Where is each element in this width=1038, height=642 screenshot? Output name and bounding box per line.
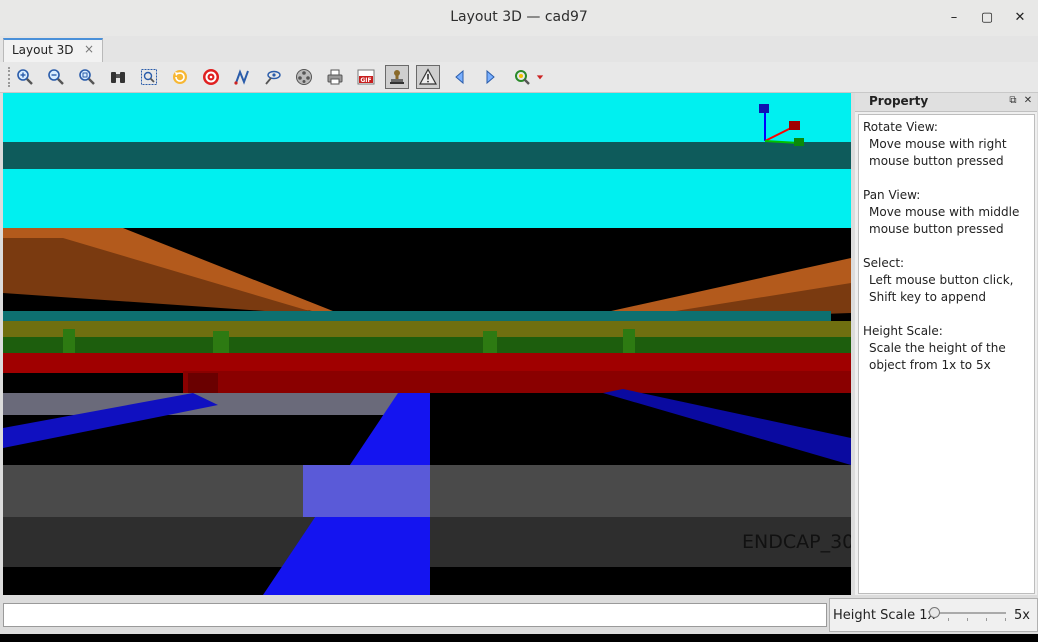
help-heading: Select: — [863, 256, 905, 270]
property-panel-header: Property ⧉ ✕ — [855, 93, 1037, 112]
height-scale-label: Height Scale 1x — [833, 608, 936, 623]
close-window-button[interactable]: ✕ — [1010, 8, 1030, 28]
zoom-area-icon[interactable] — [137, 65, 161, 89]
maximize-button[interactable]: ▢ — [977, 8, 997, 28]
help-height-scale: Height Scale: Scale the height of the ob… — [863, 323, 1030, 374]
tab-close-icon[interactable]: × — [84, 42, 94, 56]
tab-layout-3d[interactable]: Layout 3D × — [3, 38, 103, 62]
height-scale-slider-thumb[interactable] — [929, 607, 940, 618]
command-input[interactable] — [3, 603, 827, 627]
slider-tick — [967, 618, 968, 621]
layout-3d-scene[interactable]: ENDCAP_30 — [3, 93, 851, 595]
film-icon[interactable] — [292, 65, 316, 89]
property-panel-title: Property — [869, 94, 929, 108]
property-panel-body: Rotate View: Move mouse with right mouse… — [858, 114, 1035, 594]
layout-3d-viewport[interactable]: ENDCAP_30 — [3, 93, 851, 595]
dropdown-arrow-icon[interactable] — [533, 65, 547, 89]
zoom-fit-icon[interactable] — [75, 65, 99, 89]
stamp-icon[interactable] — [385, 65, 409, 89]
zoom-in-icon[interactable] — [13, 65, 37, 89]
route-icon[interactable] — [230, 65, 254, 89]
toolbar: GIF — [0, 62, 1038, 93]
next-icon[interactable] — [478, 65, 502, 89]
window-title: Layout 3D — cad97 — [450, 9, 588, 25]
help-text: Move mouse with middle mouse button pres… — [869, 205, 1020, 236]
title-bar: Layout 3D — cad97 – ▢ ✕ — [0, 0, 1038, 37]
slider-tick — [948, 618, 949, 621]
warning-icon[interactable] — [416, 65, 440, 89]
svg-text:GIF: GIF — [360, 77, 371, 84]
tab-bar: Layout 3D × — [0, 36, 1038, 62]
print-icon[interactable] — [323, 65, 347, 89]
property-panel: Property ⧉ ✕ Rotate View: Move mouse wit… — [855, 93, 1037, 595]
help-select: Select: Left mouse button click, Shift k… — [863, 255, 1030, 306]
height-scale-max-label: 5x — [1014, 608, 1030, 623]
minimize-button[interactable]: – — [944, 8, 964, 28]
tab-label: Layout 3D — [12, 43, 74, 57]
help-pan-view: Pan View: Move mouse with middle mouse b… — [863, 187, 1030, 238]
help-rotate-view: Rotate View: Move mouse with right mouse… — [863, 119, 1030, 170]
undock-icon[interactable]: ⧉ — [1006, 94, 1020, 108]
view-icon[interactable] — [261, 65, 285, 89]
panel-close-icon[interactable]: ✕ — [1021, 94, 1035, 108]
slider-tick — [1005, 618, 1006, 621]
slider-tick — [986, 618, 987, 621]
binoculars-icon[interactable] — [106, 65, 130, 89]
height-scale-slider[interactable] — [930, 612, 1006, 614]
help-text: Left mouse button click, Shift key to ap… — [869, 273, 1014, 304]
previous-icon[interactable] — [448, 65, 472, 89]
help-heading: Height Scale: — [863, 324, 943, 338]
help-text: Scale the height of the object from 1x t… — [869, 341, 1006, 372]
target-icon[interactable] — [199, 65, 223, 89]
help-heading: Rotate View: — [863, 120, 938, 134]
help-text: Move mouse with right mouse button press… — [869, 137, 1007, 168]
bottom-strip — [0, 634, 1038, 642]
gif-icon[interactable]: GIF — [354, 65, 378, 89]
highlight-icon[interactable] — [510, 65, 534, 89]
undo-icon[interactable] — [168, 65, 192, 89]
help-heading: Pan View: — [863, 188, 921, 202]
height-scale-control: Height Scale 1x 5x — [829, 598, 1038, 632]
zoom-out-icon[interactable] — [44, 65, 68, 89]
endcap-label: ENDCAP_30 — [742, 531, 851, 553]
